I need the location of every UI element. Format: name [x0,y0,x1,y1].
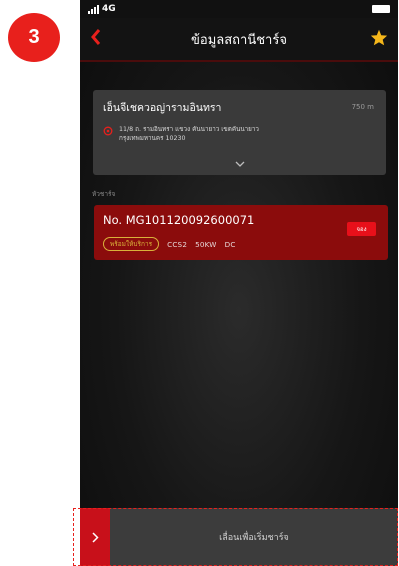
slide-to-charge[interactable]: เลื่อนเพื่อเริ่มชาร์จ [80,508,398,566]
signal-icon [88,4,99,14]
station-address-line2: กรุงเทพมหานคร 10230 [119,135,186,142]
star-icon [370,29,388,46]
current-type: DC [224,239,236,249]
status-bar: 4G [80,0,398,18]
page-title: ข้อมูลสถานีชาร์จ [191,32,287,48]
chevron-left-icon [91,29,101,45]
back-button[interactable] [90,28,102,50]
favorite-button[interactable] [370,29,388,50]
charger-power: 50KW [195,239,217,249]
station-distance: 750 m [351,103,374,111]
station-address-line1: 11/8 ถ. รามอินทรา แขวง คันนายาว เขตคันนา… [119,126,259,133]
chargers-section-label: หัวชาร์จ [92,190,116,198]
reserve-button[interactable]: จอง [347,222,376,236]
network-label: 4G [102,4,116,14]
chevron-down-icon [235,161,244,167]
phone-screen: 4G ข้อมูลสถานีชาร์จ เอ็นจีเชควอญ่ารามอิน… [80,0,398,566]
station-name: เอ็นจีเชควอญ่ารามอินทรา [103,102,222,114]
slide-label: เลื่อนเพื่อเริ่มชาร์จ [219,533,289,543]
expand-button[interactable] [235,152,245,171]
location-pin-icon [103,126,113,136]
charger-number: No. MG101120092600071 [103,213,255,227]
charger-status-badge: พร้อมให้บริการ [103,237,160,251]
chevron-right-icon [91,531,99,543]
step-badge: 3 [8,13,60,62]
slide-handle[interactable] [80,508,110,566]
station-card[interactable]: เอ็นจีเชควอญ่ารามอินทรา 750 m 11/8 ถ. รา… [93,90,386,175]
charger-card[interactable]: No. MG101120092600071 พร้อมให้บริการ CCS… [94,205,388,260]
battery-icon [372,5,390,13]
app-header: ข้อมูลสถานีชาร์จ [80,18,398,62]
connector-type: CCS2 [167,239,188,249]
